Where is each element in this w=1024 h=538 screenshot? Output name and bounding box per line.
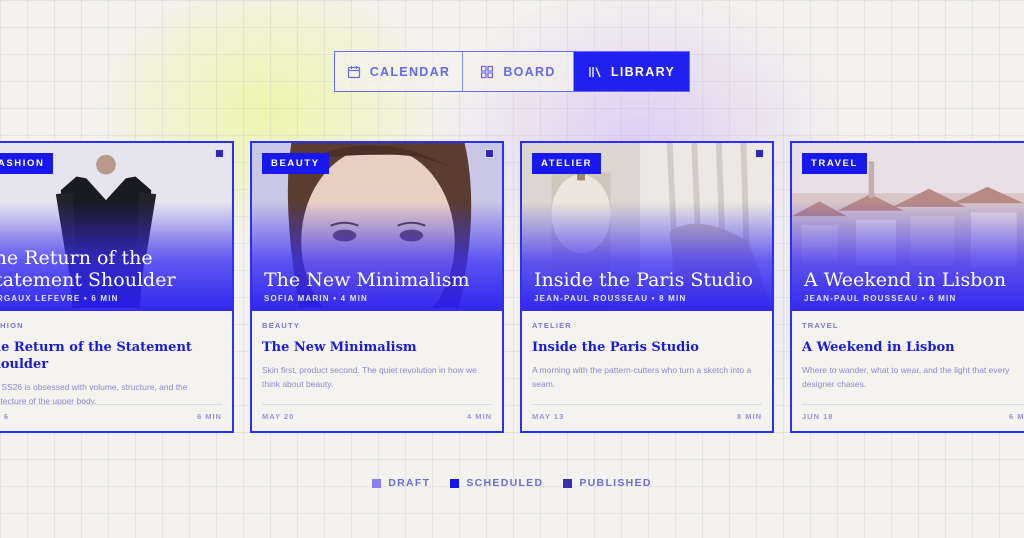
article-card-fashion[interactable]: FASHION The Return of the Statement Shou… [0, 141, 234, 433]
tab-library[interactable]: LIBRARY [573, 52, 689, 91]
read-time: 6 MIN [929, 294, 957, 303]
calendar-icon [347, 65, 360, 78]
author: SOFIA MARIN [264, 294, 330, 303]
card-title[interactable]: The New Minimalism [262, 339, 492, 356]
card-excerpt: Skin first, product second. The quiet re… [262, 365, 477, 389]
category-tag: ATELIER [532, 153, 602, 174]
card-read-time: 8 MIN [736, 412, 762, 421]
category-label: BEAUTY [262, 321, 301, 330]
category-tag: FASHION [0, 153, 54, 174]
author: JEAN-PAUL ROUSSEAU [804, 294, 919, 303]
article-card-travel[interactable]: TRAVEL A Weekend in Lisbon JEAN-PAUL ROU… [790, 141, 1024, 433]
read-time: 8 MIN [659, 294, 687, 303]
card-footer: JUN 18 6 MIN [802, 404, 1024, 421]
card-footer: MAY 20 4 MIN [262, 404, 492, 421]
view-switcher: CALENDAR BOARD LIBRARY [334, 51, 690, 92]
card-date: JUN 18 [802, 412, 834, 421]
hero-meta: JEAN-PAUL ROUSSEAU • 6 MIN [804, 294, 956, 303]
meta-separator: • [921, 294, 930, 303]
status-indicator [485, 149, 494, 158]
scheduled-swatch [450, 478, 460, 488]
card-hero: FASHION The Return of the Statement Shou… [0, 143, 232, 311]
published-swatch [563, 478, 573, 488]
card-read-time: 4 MIN [466, 412, 492, 421]
card-read-time: 6 MIN [196, 412, 222, 421]
card-footer: MAY 6 6 MIN [0, 404, 222, 421]
meta-separator: • [651, 294, 660, 303]
article-card-beauty[interactable]: BEAUTY The New Minimalism SOFIA MARIN • … [250, 141, 504, 433]
read-time: 6 MIN [91, 294, 119, 303]
card-footer: MAY 13 8 MIN [532, 404, 762, 421]
hero-title: The New Minimalism [264, 269, 470, 291]
tab-calendar[interactable]: CALENDAR [335, 52, 462, 91]
tab-board-label: BOARD [503, 64, 556, 79]
hero-meta: SOFIA MARIN • 4 MIN [264, 294, 368, 303]
tab-library-label: LIBRARY [610, 64, 676, 79]
library-icon [589, 66, 601, 77]
category-label: ATELIER [532, 321, 572, 330]
tab-board[interactable]: BOARD [462, 52, 573, 91]
card-hero: TRAVEL A Weekend in Lisbon JEAN-PAUL ROU… [792, 143, 1024, 311]
card-body: BEAUTY The New Minimalism Skin first, pr… [252, 311, 502, 431]
card-title[interactable]: A Weekend in Lisbon [802, 339, 1024, 356]
legend-draft: DRAFT [372, 477, 430, 489]
hero-title: A Weekend in Lisbon [804, 269, 1007, 291]
author: MARGAUX LEFEVRE [0, 294, 81, 303]
legend-label: SCHEDULED [466, 477, 544, 489]
read-time: 4 MIN [340, 294, 369, 303]
card-title[interactable]: Inside the Paris Studio [532, 339, 762, 356]
card-body: ATELIER Inside the Paris Studio A mornin… [522, 311, 772, 431]
category-label: FASHION [0, 321, 24, 330]
tab-calendar-label: CALENDAR [369, 64, 451, 79]
card-excerpt: A morning with the pattern-cutters who t… [532, 365, 752, 389]
card-excerpt: Where to wander, what to wear, and the l… [802, 365, 1010, 389]
article-card-atelier[interactable]: ATELIER Inside the Paris Studio JEAN-PAU… [520, 141, 774, 433]
legend-label: PUBLISHED [579, 477, 652, 489]
hero-meta: MARGAUX LEFEVRE • 6 MIN [0, 294, 119, 303]
card-date: MAY 20 [262, 412, 295, 421]
author: JEAN-PAUL ROUSSEAU [534, 294, 649, 303]
hero-title: The Return of the Statement Shoulder [0, 247, 176, 291]
legend-published: PUBLISHED [563, 477, 651, 489]
card-date: MAY 6 [0, 412, 10, 421]
card-title[interactable]: The Return of the Statement Shoulder [0, 339, 222, 373]
card-hero: ATELIER Inside the Paris Studio JEAN-PAU… [522, 143, 772, 311]
card-date: MAY 13 [532, 412, 565, 421]
card-body: TRAVEL A Weekend in Lisbon Where to wand… [792, 311, 1024, 431]
grid-icon [481, 65, 494, 78]
meta-separator: • [333, 294, 341, 303]
hero-meta: JEAN-PAUL ROUSSEAU • 8 MIN [534, 294, 686, 303]
legend-label: DRAFT [388, 477, 431, 489]
status-indicator [755, 149, 764, 158]
hero-title: Inside the Paris Studio [534, 269, 753, 291]
card-read-time: 6 MIN [1008, 412, 1024, 421]
status-legend: DRAFT SCHEDULED PUBLISHED [0, 477, 1024, 489]
card-body: FASHION The Return of the Statement Shou… [0, 311, 232, 431]
draft-swatch [372, 478, 382, 488]
legend-scheduled: SCHEDULED [450, 477, 543, 489]
category-tag: TRAVEL [802, 153, 867, 174]
card-hero: BEAUTY The New Minimalism SOFIA MARIN • … [252, 143, 502, 311]
category-label: TRAVEL [802, 321, 839, 330]
status-indicator [215, 149, 224, 158]
category-tag: BEAUTY [262, 153, 329, 174]
